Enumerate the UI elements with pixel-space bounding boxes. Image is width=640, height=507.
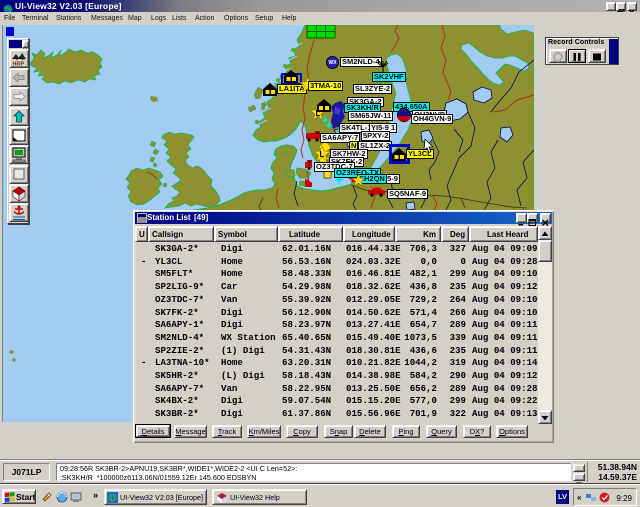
svg-text:L: L <box>320 150 325 159</box>
svg-text:HRP: HRP <box>13 62 25 68</box>
